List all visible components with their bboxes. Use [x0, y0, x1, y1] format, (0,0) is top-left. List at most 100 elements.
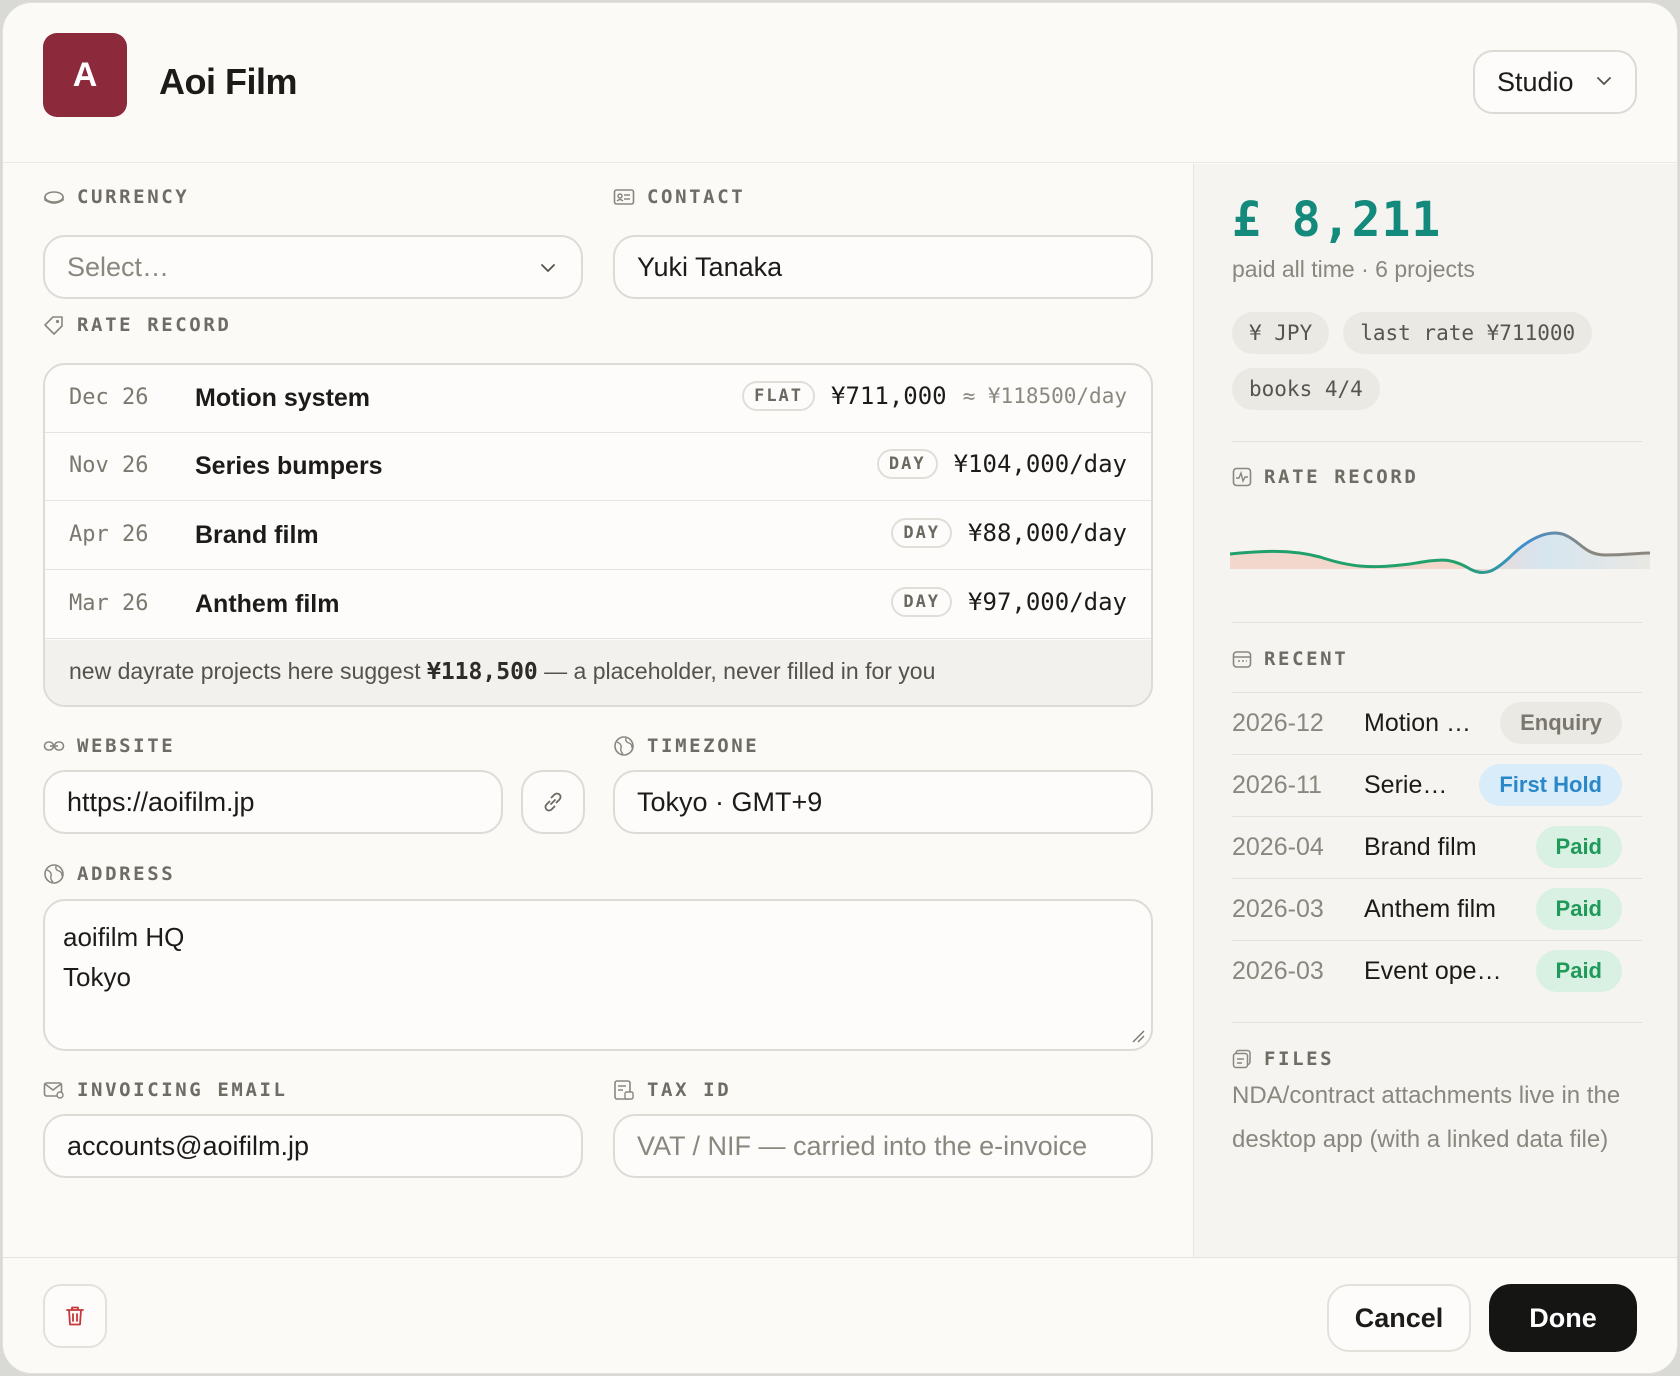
last-rate-chip: last rate ¥711000 [1343, 312, 1593, 354]
rate-value: ¥104,000/day [953, 450, 1127, 478]
recent-project-row[interactable]: 2026-11 Serie… First Hold [1232, 754, 1642, 816]
rate-row[interactable]: Apr 26 Brand film DAY ¥88,000/day [45, 502, 1151, 570]
rate-date: Nov 26 [69, 453, 149, 478]
client-type-select[interactable]: Studio [1473, 50, 1637, 114]
recent-project-row[interactable]: 2026-03 Anthem film Paid [1232, 878, 1642, 940]
contact-input[interactable]: Yuki Tanaka [613, 235, 1153, 299]
dialog-footer: Cancel Done [3, 1257, 1677, 1373]
calendar-icon [1232, 651, 1252, 668]
rate-project: Anthem film [195, 590, 340, 618]
client-type-value: Studio [1497, 66, 1574, 97]
total-paid-subtitle: paid all time · 6 projects [1232, 256, 1475, 282]
client-name: Aoi Film [159, 61, 298, 102]
status-badge: Paid [1535, 950, 1622, 992]
status-badge: Paid [1535, 888, 1622, 930]
pulse-icon [1232, 467, 1252, 487]
delete-client-button[interactable] [43, 1284, 107, 1348]
rate-kind-badge: FLAT [742, 381, 816, 411]
invoicing-email-input[interactable]: accounts@aoifilm.jp [43, 1114, 583, 1178]
invoicing-email-label: INVOICING EMAIL [43, 1079, 288, 1101]
rate-kind-badge: DAY [891, 587, 953, 617]
rate-sparkline [1230, 531, 1650, 574]
status-badge: Enquiry [1500, 702, 1622, 744]
rate-project: Series bumpers [195, 452, 383, 480]
files-icon [1232, 1049, 1251, 1069]
currency-placeholder: Select… [67, 251, 170, 282]
dialog-header: A Aoi Film Studio [3, 3, 1677, 163]
receipt-icon [614, 1080, 634, 1100]
trash-icon [66, 1306, 84, 1326]
rate-project: Brand film [195, 521, 319, 549]
tag-icon [44, 316, 63, 335]
divider [1232, 1022, 1642, 1023]
timezone-input[interactable]: Tokyo · GMT+9 [613, 770, 1153, 834]
recent-date: 2026-11 [1232, 771, 1322, 799]
client-dialog: A Aoi Film Studio CURRENCY Select… CONTA… [2, 2, 1678, 1374]
rate-row[interactable]: Mar 26 Anthem film DAY ¥97,000/day [45, 571, 1151, 639]
recent-date: 2026-03 [1232, 957, 1324, 985]
client-avatar: A [43, 33, 127, 117]
rate-row[interactable]: Dec 26 Motion system FLAT ¥711,000 ≈ ¥11… [45, 365, 1151, 433]
rate-value: ¥97,000/day [968, 588, 1127, 616]
currency-label: CURRENCY [43, 186, 189, 208]
files-label: FILES [1232, 1048, 1334, 1070]
rate-date: Mar 26 [69, 591, 149, 616]
recent-project-row[interactable]: 2026-12 Motion … Enquiry [1232, 692, 1642, 754]
recent-date: 2026-12 [1232, 709, 1324, 737]
recent-project-row[interactable]: 2026-03 Event ope… Paid [1232, 940, 1642, 1002]
rate-row[interactable]: Nov 26 Series bumpers DAY ¥104,000/day [45, 433, 1151, 501]
status-badge: First Hold [1479, 764, 1622, 806]
rate-approx: ≈ ¥118500/day [962, 384, 1127, 408]
mail-icon [43, 1082, 64, 1099]
files-description: NDA/contract attachments live in the des… [1232, 1082, 1621, 1153]
total-paid: £ 8,211 [1232, 192, 1442, 248]
open-website-button[interactable] [521, 770, 585, 834]
currency-icon [44, 191, 64, 204]
client-form: CURRENCY Select… CONTACT Yuki Tanaka RAT… [3, 164, 1192, 1257]
recent-title: Serie… [1364, 771, 1448, 799]
website-input[interactable]: https://aoifilm.jp [43, 770, 503, 834]
divider [1232, 622, 1642, 623]
recent-date: 2026-04 [1232, 833, 1324, 861]
globe-icon [44, 864, 64, 884]
rate-record-chart-label: RATE RECORD [1232, 466, 1418, 488]
divider [1232, 441, 1642, 442]
link-icon [43, 741, 65, 751]
client-summary: £ 8,211 paid all time · 6 projects ¥ JPY… [1193, 164, 1677, 1257]
summary-chips: ¥ JPY last rate ¥711000 books 4/4 [1232, 312, 1632, 410]
rate-kind-badge: DAY [891, 518, 953, 548]
address-label: ADDRESS [43, 863, 175, 885]
rate-value: ¥88,000/day [968, 519, 1127, 547]
rate-project: Motion system [195, 384, 371, 412]
cancel-button[interactable]: Cancel [1327, 1284, 1471, 1352]
globe-icon [614, 736, 634, 756]
recent-project-row[interactable]: 2026-04 Brand film Paid [1232, 816, 1642, 878]
tax-id-input[interactable]: VAT / NIF — carried into the e-invoice [613, 1114, 1153, 1178]
link-icon [544, 792, 562, 812]
contact-label: CONTACT [613, 186, 745, 208]
recent-title: Brand film [1364, 833, 1477, 861]
recent-label: RECENT [1232, 648, 1348, 670]
address-line: aoifilm HQ [63, 922, 185, 952]
chevron-down-icon [541, 264, 555, 272]
books-chip: books 4/4 [1232, 368, 1380, 410]
recent-title: Anthem film [1364, 895, 1496, 923]
website-label: WEBSITE [43, 735, 175, 757]
rate-kind-badge: DAY [876, 449, 938, 479]
rate-value: ¥711,000 [831, 382, 947, 410]
status-badge: Paid [1535, 826, 1622, 868]
currency-select[interactable]: Select… [43, 235, 583, 299]
done-button[interactable]: Done [1489, 1284, 1637, 1352]
recent-date: 2026-03 [1232, 895, 1324, 923]
rate-record-label: RATE RECORD [43, 314, 231, 336]
recent-title: Motion … [1364, 709, 1471, 737]
tax-id-label: TAX ID [613, 1079, 731, 1101]
chevron-down-icon [1597, 77, 1611, 85]
rate-date: Apr 26 [69, 522, 149, 547]
timezone-label: TIMEZONE [613, 735, 759, 757]
resize-handle-icon[interactable] [1129, 1027, 1145, 1043]
recent-title: Event ope… [1364, 957, 1502, 985]
address-textarea[interactable]: aoifilm HQ Tokyo [43, 899, 1153, 1051]
rate-record-table: Dec 26 Motion system FLAT ¥711,000 ≈ ¥11… [43, 363, 1153, 707]
currency-chip: ¥ JPY [1232, 312, 1330, 354]
